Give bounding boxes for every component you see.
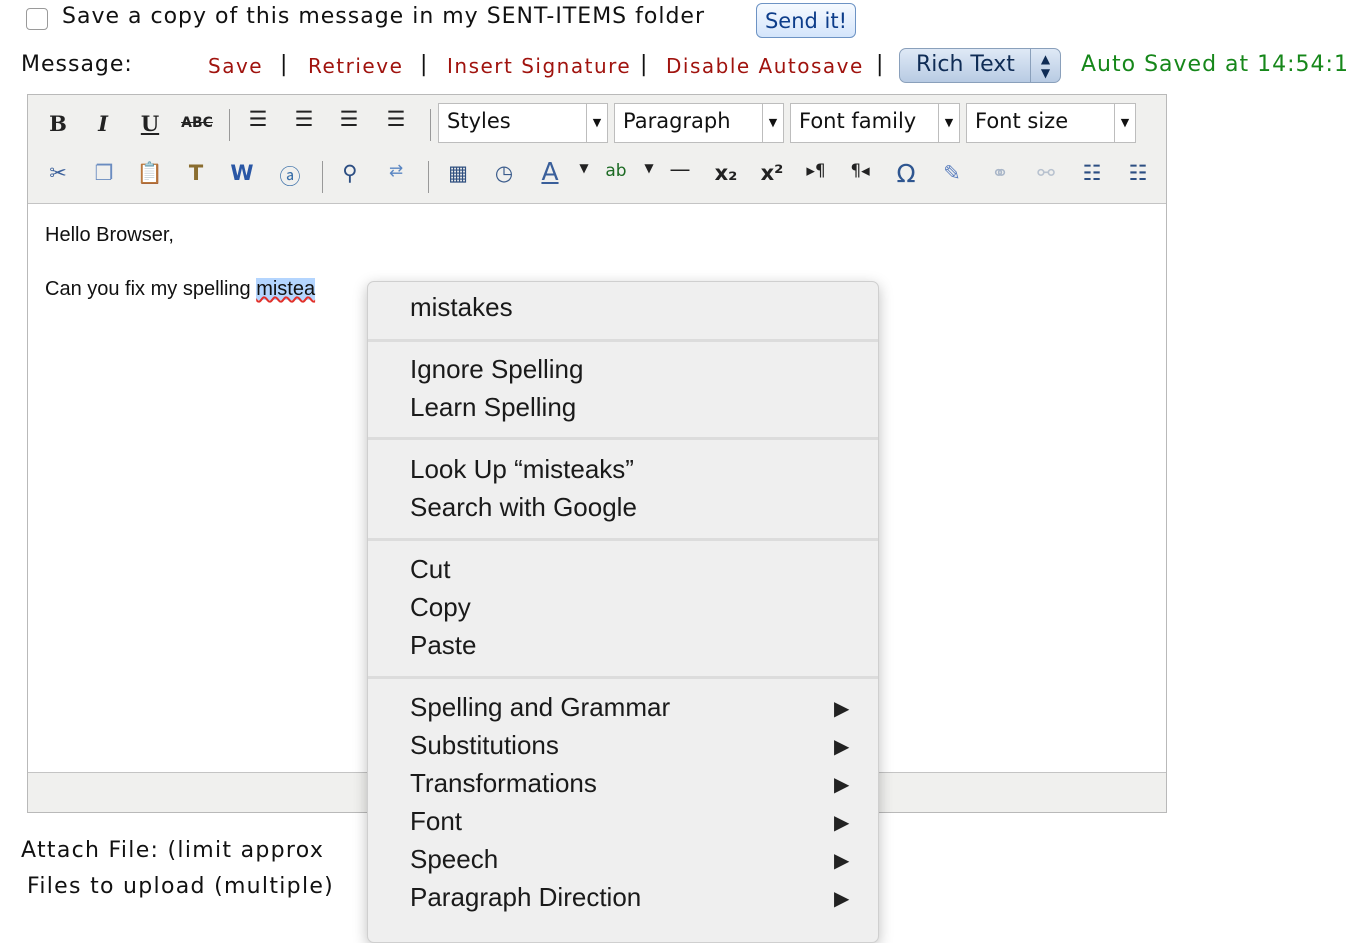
dropdown-arrow-icon[interactable]: ▼: [566, 161, 602, 175]
separator: |: [280, 52, 288, 77]
menu-item-suggestion[interactable]: mistakes: [410, 292, 513, 323]
font-family-dropdown[interactable]: Font family ▼: [790, 103, 960, 143]
highlight-icon[interactable]: ab: [598, 161, 634, 181]
submenu-arrow-icon: ▶: [834, 774, 850, 796]
menu-separator: [368, 339, 878, 342]
subscript-icon[interactable]: x₂: [708, 161, 744, 185]
align-left-icon[interactable]: ☰: [240, 107, 276, 131]
save-copy-label: Save a copy of this message in my SENT-I…: [62, 4, 706, 29]
strikethrough-icon[interactable]: ABC: [179, 115, 215, 131]
copy-icon[interactable]: ❐: [86, 161, 122, 185]
toolbar-separator: [430, 109, 431, 141]
font-family-dropdown-label: Font family: [799, 109, 917, 133]
styles-dropdown-label: Styles: [447, 109, 511, 133]
toolbar-separator: [322, 161, 323, 193]
menu-item-transformations[interactable]: Transformations: [410, 768, 597, 799]
menu-item-copy[interactable]: Copy: [410, 592, 471, 623]
send-button[interactable]: Send it!: [756, 3, 856, 38]
bold-icon[interactable]: B: [40, 111, 76, 136]
superscript-icon[interactable]: x²: [754, 161, 790, 185]
retrieve-link[interactable]: Retrieve: [308, 54, 403, 78]
format-mode-select[interactable]: Rich Text ▲ ▼: [899, 48, 1061, 83]
find-icon[interactable]: ⚲: [332, 161, 368, 185]
menu-item-font[interactable]: Font: [410, 806, 462, 837]
menu-item-substitutions[interactable]: Substitutions: [410, 730, 559, 761]
menu-item-ignore-spelling[interactable]: Ignore Spelling: [410, 354, 583, 385]
font-size-dropdown-label: Font size: [975, 109, 1069, 133]
insert-time-icon[interactable]: ◷: [486, 161, 522, 185]
menu-separator: [368, 437, 878, 440]
submenu-arrow-icon: ▶: [834, 736, 850, 758]
menu-separator: [368, 676, 878, 679]
menu-item-search-google[interactable]: Search with Google: [410, 492, 637, 523]
text-color-icon[interactable]: A: [532, 157, 568, 186]
message-label: Message:: [21, 52, 133, 77]
insert-date-icon[interactable]: ▦: [440, 161, 476, 185]
submenu-arrow-icon: ▶: [834, 812, 850, 834]
attach-file-label: Attach File: (limit approx: [21, 838, 325, 863]
italic-icon[interactable]: I: [85, 111, 121, 136]
toolbar-separator: [428, 161, 429, 193]
special-char-icon[interactable]: Ω: [888, 159, 924, 188]
menu-item-cut[interactable]: Cut: [410, 554, 450, 585]
body-text: Can you fix my spelling: [45, 278, 257, 300]
underline-icon[interactable]: U: [132, 111, 168, 136]
greeting-line: Hello Browser,: [45, 224, 174, 246]
styles-dropdown[interactable]: Styles ▼: [438, 103, 608, 143]
dropdown-arrow-icon: ▼: [1114, 104, 1135, 142]
submenu-arrow-icon: ▶: [834, 850, 850, 872]
separator: |: [640, 52, 648, 77]
submenu-arrow-icon: ▶: [834, 888, 850, 910]
menu-separator: [368, 538, 878, 541]
dropdown-arrow-icon: ▼: [586, 104, 607, 142]
menu-item-spelling-grammar[interactable]: Spelling and Grammar: [410, 692, 670, 723]
ltr-icon[interactable]: ▸¶: [798, 161, 834, 181]
paste-icon[interactable]: 📋: [132, 161, 168, 186]
select-all-icon[interactable]: ⓐ: [272, 161, 308, 191]
files-to-upload-label: Files to upload (multiple): [27, 874, 335, 899]
context-menu: mistakes Ignore Spelling Learn Spelling …: [367, 281, 879, 943]
dropdown-arrow-icon: ▼: [762, 104, 783, 142]
save-copy-checkbox[interactable]: [26, 8, 48, 30]
link-icon: ⚭: [991, 161, 1009, 185]
separator: |: [876, 52, 884, 77]
numbered-list-icon[interactable]: ☷: [1120, 161, 1156, 185]
dropdown-arrow-icon: ▼: [938, 104, 959, 142]
save-link[interactable]: Save: [208, 54, 263, 78]
menu-item-paragraph-direction[interactable]: Paragraph Direction: [410, 882, 641, 913]
format-mode-value: Rich Text: [916, 52, 1015, 77]
justify-icon[interactable]: ☰: [378, 107, 414, 131]
menu-item-learn-spelling[interactable]: Learn Spelling: [410, 392, 576, 423]
font-size-dropdown[interactable]: Font size ▼: [966, 103, 1136, 143]
unlink-icon: ⚯: [1037, 161, 1055, 185]
autosave-status: Auto Saved at 14:54:1: [1081, 52, 1349, 77]
submenu-arrow-icon: ▶: [834, 698, 850, 720]
align-right-icon[interactable]: ☰: [331, 107, 367, 131]
toolbar-separator: [229, 109, 230, 141]
menu-item-paste[interactable]: Paste: [410, 630, 477, 661]
separator: |: [420, 52, 428, 77]
insert-signature-link[interactable]: Insert Signature: [447, 54, 631, 78]
paste-text-icon[interactable]: T: [178, 161, 214, 185]
paragraph-dropdown[interactable]: Paragraph ▼: [614, 103, 784, 143]
bullet-list-icon[interactable]: ☷: [1074, 161, 1110, 185]
replace-icon[interactable]: ⇄: [378, 161, 414, 181]
menu-item-speech[interactable]: Speech: [410, 844, 498, 875]
disable-autosave-link[interactable]: Disable Autosave: [666, 54, 864, 78]
menu-item-look-up[interactable]: Look Up “misteaks”: [410, 454, 634, 485]
misspelled-word[interactable]: mistea: [256, 278, 316, 300]
paragraph-dropdown-label: Paragraph: [623, 109, 731, 133]
rtl-icon[interactable]: ¶◂: [842, 161, 878, 181]
body-line: Can you fix my spelling mistea: [45, 278, 316, 301]
horizontal-rule-icon[interactable]: —: [662, 157, 698, 181]
edit-icon[interactable]: ✎: [934, 161, 970, 185]
align-center-icon[interactable]: ☰: [286, 107, 322, 131]
cut-icon[interactable]: ✂: [40, 161, 76, 185]
updown-arrows-icon: ▲ ▼: [1030, 49, 1060, 82]
paste-word-icon[interactable]: W: [224, 161, 260, 185]
